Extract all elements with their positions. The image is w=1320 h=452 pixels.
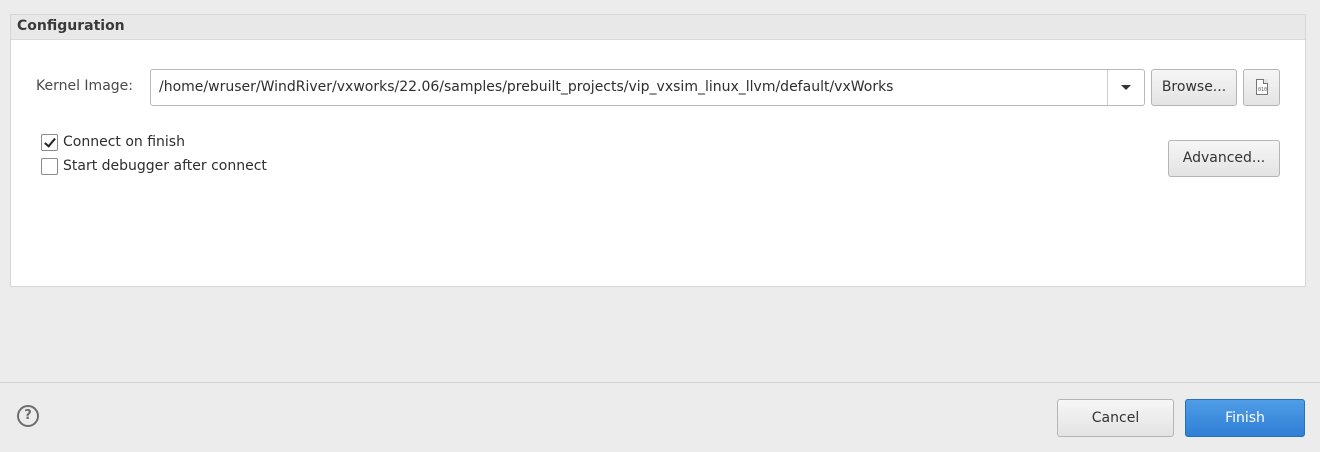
connect-on-finish-label[interactable]: Connect on finish <box>63 134 185 150</box>
binary-file-icon-text: 010 <box>1258 87 1268 93</box>
connect-on-finish-checkbox[interactable] <box>41 134 58 151</box>
start-debugger-label[interactable]: Start debugger after connect <box>63 158 267 174</box>
finish-button[interactable]: Finish <box>1185 399 1305 437</box>
configuration-header: Configuration <box>11 15 1305 40</box>
binary-file-icon: 010 <box>1256 79 1268 95</box>
chevron-down-icon[interactable] <box>1107 70 1144 105</box>
group-title: Configuration <box>17 18 125 34</box>
dialog: Configuration Kernel Image: /home/wruser… <box>0 0 1320 452</box>
kernel-image-value[interactable]: /home/wruser/WindRiver/vxworks/22.06/sam… <box>159 79 893 95</box>
kernel-image-combo[interactable]: /home/wruser/WindRiver/vxworks/22.06/sam… <box>150 69 1145 106</box>
configuration-group: Configuration Kernel Image: /home/wruser… <box>10 14 1306 287</box>
kernel-image-label: Kernel Image: <box>36 78 133 94</box>
start-debugger-checkbox[interactable] <box>41 158 58 175</box>
footer-separator <box>0 382 1320 383</box>
browse-button[interactable]: Browse... <box>1151 69 1237 106</box>
advanced-button[interactable]: Advanced... <box>1168 140 1280 177</box>
cancel-button[interactable]: Cancel <box>1057 399 1174 437</box>
help-icon[interactable]: ? <box>17 405 39 427</box>
file-system-button[interactable]: 010 <box>1243 69 1280 106</box>
